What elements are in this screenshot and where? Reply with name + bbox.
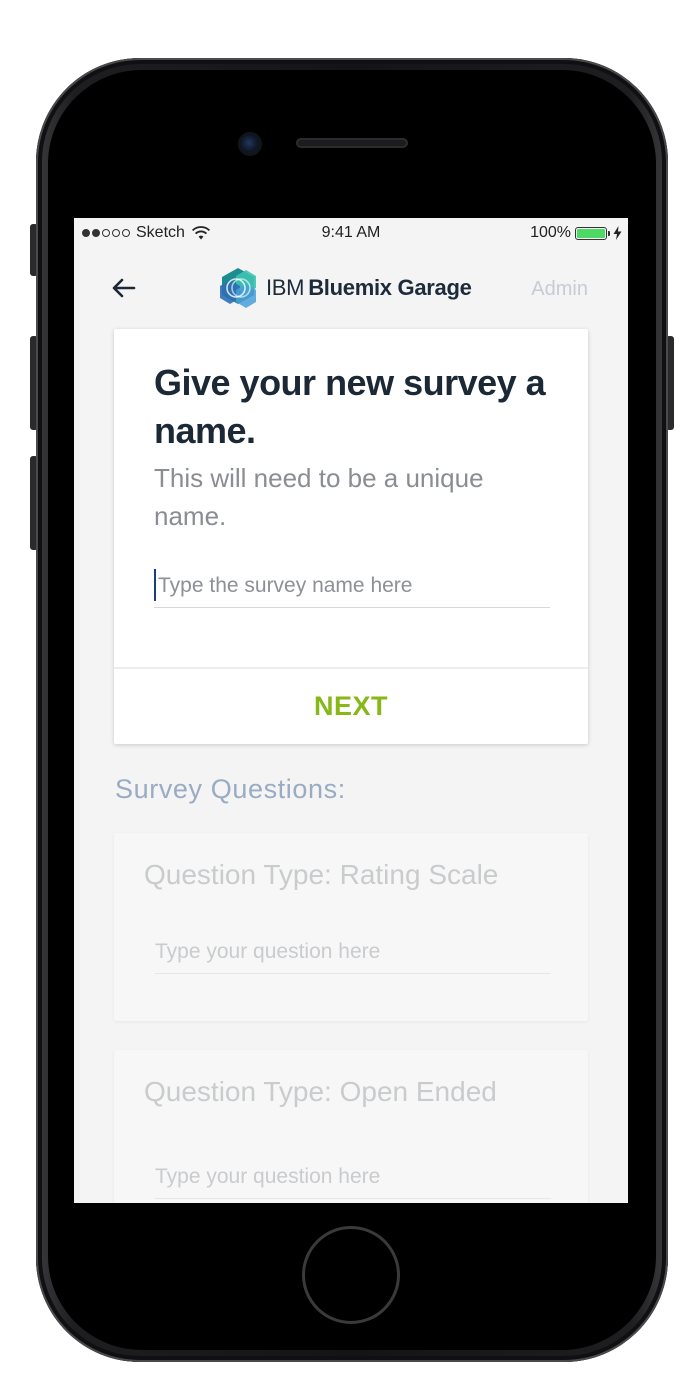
survey-name-input[interactable] xyxy=(154,567,550,605)
survey-name-field xyxy=(154,567,550,608)
admin-link[interactable]: Admin xyxy=(531,278,588,301)
survey-questions-title: Survey Questions: xyxy=(115,774,346,804)
next-button[interactable]: NEXT xyxy=(114,669,588,744)
battery-icon xyxy=(575,226,610,240)
survey-name-subtext: This will need to be a unique name. xyxy=(154,463,484,531)
question-type-label: Question Type: Open Ended xyxy=(144,1076,497,1107)
earpiece-speaker xyxy=(296,138,408,148)
battery-percent: 100% xyxy=(530,224,571,241)
question-field xyxy=(155,933,551,974)
bluemix-logo-icon xyxy=(220,268,256,308)
text-cursor xyxy=(154,569,156,601)
home-button[interactable] xyxy=(302,1226,400,1324)
question-card: Question Type: Open Ended xyxy=(114,1050,588,1203)
brand-logo: IBM Bluemix Garage xyxy=(216,266,472,310)
app-screen: Sketch 9:41 AM 100% IBM Bluemix Garage A… xyxy=(74,218,628,1203)
app-header: IBM Bluemix Garage Admin xyxy=(74,258,628,318)
brand-ibm: IBM xyxy=(266,275,305,300)
question-card: Question Type: Rating Scale xyxy=(114,833,588,1021)
survey-name-card: Give your new survey a name. This will n… xyxy=(114,329,588,744)
question-type-label: Question Type: Rating Scale xyxy=(144,859,499,890)
question-input[interactable] xyxy=(155,1158,551,1196)
survey-name-heading: Give your new survey a name. xyxy=(154,362,546,451)
question-field xyxy=(155,1158,551,1199)
status-bar: Sketch 9:41 AM 100% xyxy=(74,218,628,248)
front-camera xyxy=(240,134,260,154)
brand-name: IBM Bluemix Garage xyxy=(266,275,472,301)
back-arrow-icon[interactable] xyxy=(108,272,140,304)
battery-indicator: 100% xyxy=(530,224,622,242)
charging-bolt-icon xyxy=(613,226,622,240)
brand-product: Bluemix Garage xyxy=(308,275,472,300)
question-input[interactable] xyxy=(155,933,551,971)
